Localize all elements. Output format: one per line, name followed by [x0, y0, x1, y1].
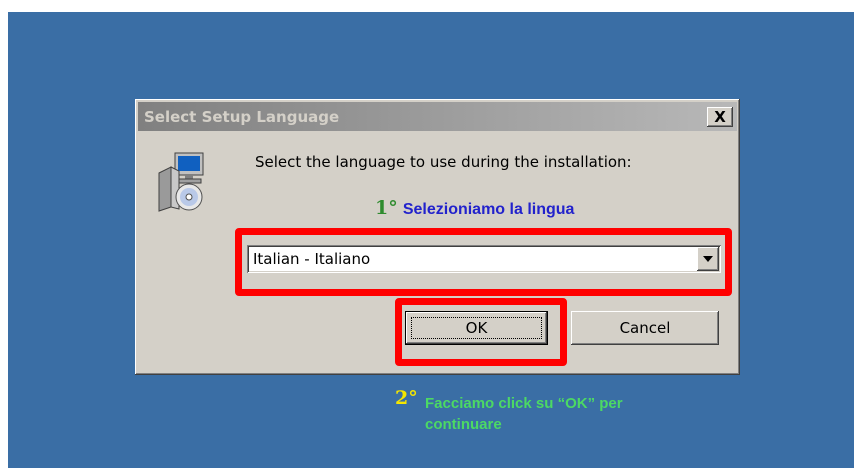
- instruction-text: Select the language to use during the in…: [255, 153, 632, 171]
- title-bar[interactable]: Select Setup Language X: [138, 102, 737, 131]
- annotation-step-1: 1° Selezioniamo la lingua: [375, 197, 574, 219]
- cancel-button-label: Cancel: [619, 319, 671, 337]
- cancel-button[interactable]: Cancel: [571, 311, 719, 345]
- highlight-language-select: [235, 228, 732, 296]
- setup-computer-cd-icon: [155, 151, 211, 213]
- annotation-step-1-text: Selezioniamo la lingua: [402, 201, 575, 218]
- close-button[interactable]: X: [707, 107, 733, 127]
- dialog-title: Select Setup Language: [144, 108, 340, 126]
- close-icon: X: [714, 107, 726, 126]
- highlight-ok-button: [395, 298, 567, 366]
- annotation-step-2-number: 2°: [395, 387, 418, 409]
- annotation-step-2-text: Facciamo click su “OK” per continuare: [425, 395, 623, 433]
- annotation-step-1-number: 1°: [375, 197, 398, 219]
